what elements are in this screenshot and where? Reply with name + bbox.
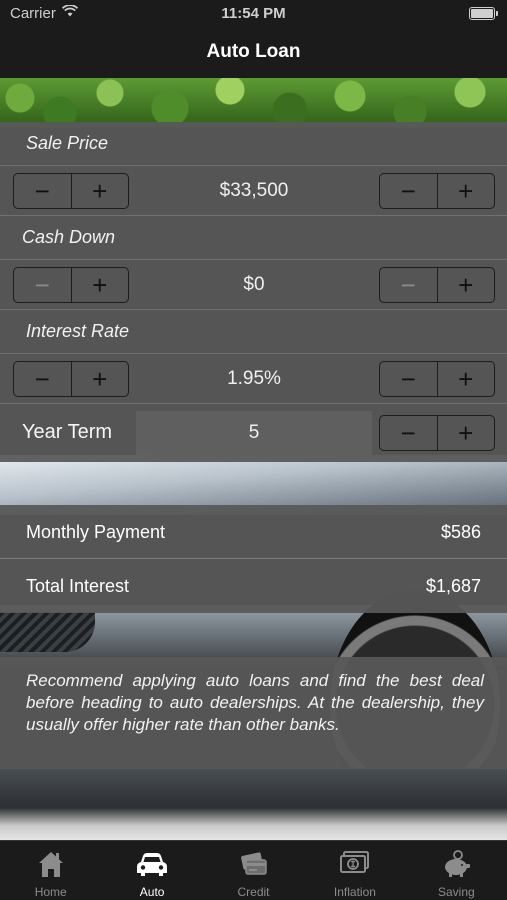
year-term-stepper[interactable]: − + xyxy=(379,415,495,451)
year-term-value: 5 xyxy=(136,411,372,455)
tab-home-label: Home xyxy=(34,885,67,899)
cash-down-label-row: Cash Down xyxy=(0,216,507,260)
tab-credit[interactable]: Credit xyxy=(203,841,304,900)
interest-rate-row: − + 1.95% − + xyxy=(0,354,507,404)
navigation-bar: Auto Loan xyxy=(0,28,507,78)
advice-panel: Recommend applying auto loans and find t… xyxy=(0,657,507,769)
cash-down-stepper-large[interactable]: − + xyxy=(13,267,129,303)
total-interest-row: Total Interest $1,687 xyxy=(0,559,507,613)
trees-backdrop xyxy=(0,78,507,128)
interest-rate-label: Interest Rate xyxy=(26,321,130,341)
year-term-decrement-button[interactable]: − xyxy=(380,416,437,450)
interest-rate-increment-small-button[interactable]: + xyxy=(436,362,495,396)
cash-down-increment-small-button[interactable]: + xyxy=(436,268,495,302)
sale-price-decrement-large-button[interactable]: − xyxy=(14,174,71,208)
year-term-row: Year Term 5 − + xyxy=(0,408,507,462)
interest-rate-decrement-large-button[interactable]: − xyxy=(14,362,71,396)
tab-home[interactable]: Home xyxy=(0,841,101,900)
sale-price-decrement-small-button[interactable]: − xyxy=(380,174,437,208)
tab-inflation[interactable]: Inflation xyxy=(304,841,405,900)
total-interest-value: $1,687 xyxy=(425,576,481,596)
battery-icon xyxy=(469,7,498,20)
sale-price-stepper-large[interactable]: − + xyxy=(13,173,129,209)
total-interest-label: Total Interest xyxy=(26,576,130,596)
cash-down-increment-large-button[interactable]: + xyxy=(70,268,129,302)
piggy-bank-icon xyxy=(406,848,507,880)
car-grille-backdrop xyxy=(0,612,95,652)
credit-card-icon xyxy=(203,848,304,880)
sale-price-label-row: Sale Price xyxy=(0,122,507,166)
cash-down-row: − + $0 − + xyxy=(0,260,507,310)
year-term-label: Year Term xyxy=(22,421,113,443)
cash-down-decrement-small-button[interactable]: − xyxy=(380,268,437,302)
car-icon xyxy=(101,848,202,880)
monthly-payment-row: Monthly Payment $586 xyxy=(0,505,507,559)
dollar-bills-icon xyxy=(304,848,405,880)
interest-rate-label-row: Interest Rate xyxy=(0,310,507,354)
tab-auto-label: Auto xyxy=(139,885,165,899)
tab-auto[interactable]: Auto xyxy=(101,841,202,900)
sale-price-label: Sale Price xyxy=(26,133,109,153)
cash-down-decrement-large-button[interactable]: − xyxy=(14,268,71,302)
loan-inputs-panel: Sale Price − + $33,500 − + Cash Down − +… xyxy=(0,122,507,462)
loan-results-panel: Monthly Payment $586 Total Interest $1,6… xyxy=(0,505,507,613)
interest-rate-decrement-small-button[interactable]: − xyxy=(380,362,437,396)
cash-down-stepper-small[interactable]: − + xyxy=(379,267,495,303)
monthly-payment-value: $586 xyxy=(440,522,481,542)
interest-rate-increment-large-button[interactable]: + xyxy=(70,362,129,396)
sale-price-stepper-small[interactable]: − + xyxy=(379,173,495,209)
tab-saving[interactable]: Saving xyxy=(406,841,507,900)
tab-inflation-label: Inflation xyxy=(333,885,376,899)
house-icon xyxy=(0,848,101,880)
car-lower-backdrop xyxy=(0,768,507,840)
cash-down-label: Cash Down xyxy=(22,227,116,247)
sale-price-value: $33,500 xyxy=(219,180,289,201)
tab-saving-label: Saving xyxy=(437,885,475,899)
sale-price-increment-large-button[interactable]: + xyxy=(70,174,129,208)
page-title: Auto Loan xyxy=(206,41,301,62)
advice-text: Recommend applying auto loans and find t… xyxy=(26,671,484,734)
clock: 11:54 PM xyxy=(221,5,286,22)
monthly-payment-label: Monthly Payment xyxy=(26,522,166,542)
interest-rate-stepper-small[interactable]: − + xyxy=(379,361,495,397)
tab-bar: Home Auto Credit Inflation Saving xyxy=(0,840,507,900)
cash-down-value: $0 xyxy=(243,274,265,295)
tab-credit-label: Credit xyxy=(237,885,270,899)
sale-price-row: − + $33,500 − + xyxy=(0,166,507,216)
status-bar: Carrier 11:54 PM xyxy=(0,0,507,28)
interest-rate-stepper-large[interactable]: − + xyxy=(13,361,129,397)
interest-rate-value: 1.95% xyxy=(227,368,281,389)
sale-price-increment-small-button[interactable]: + xyxy=(436,174,495,208)
year-term-increment-button[interactable]: + xyxy=(436,416,495,450)
